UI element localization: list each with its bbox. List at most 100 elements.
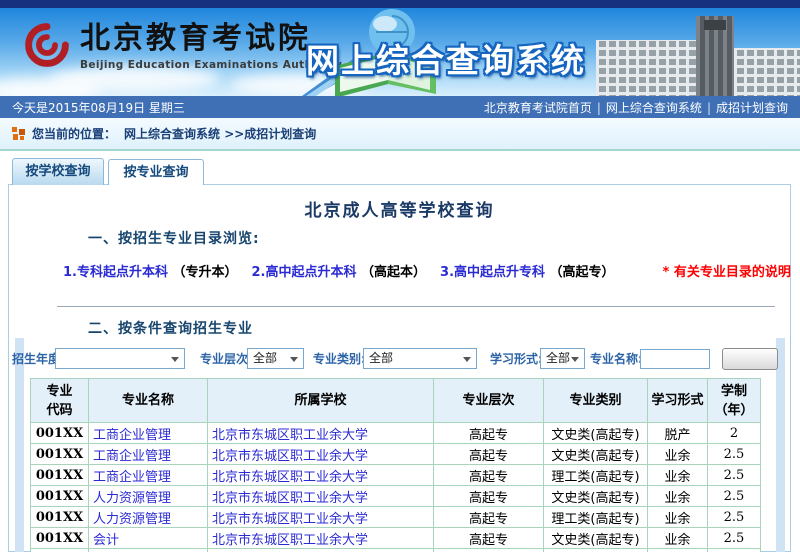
school-name-link[interactable]: 北京市东城区职工业余大学 (208, 465, 434, 486)
study-form-select[interactable]: 全部 (540, 348, 585, 369)
plan-results-table: 专业 代码专业名称所属学校专业层次专业类别学习形式学制 （年） 001XX工商企… (30, 378, 761, 552)
top-nav-link-2[interactable]: 成招计划查询 (716, 101, 788, 115)
major-name-link[interactable]: 人力资源管理 (89, 507, 208, 528)
col-header-4: 专业类别 (544, 379, 648, 423)
category-label: 专业类别: (313, 349, 366, 370)
major-name-label: 专业名称: (590, 349, 643, 370)
nav-separator: | (707, 101, 711, 115)
table-header-row: 专业 代码专业名称所属学校专业层次专业类别学习形式学制 （年） (31, 379, 761, 423)
top-nav-link-0[interactable]: 北京教育考试院首页 (484, 101, 592, 115)
catalog-link-3[interactable]: 3.高中起点升专科 (440, 265, 545, 280)
duration-cell: 2.5 (708, 465, 761, 486)
study-form-cell: 业余 (648, 528, 708, 549)
empty-cell (208, 549, 434, 552)
empty-cell (31, 549, 89, 552)
school-name-link[interactable]: 北京市东城区职工业余大学 (208, 444, 434, 465)
major-name-link[interactable]: 工商企业管理 (89, 423, 208, 444)
catalog-link-suffix: （专升本） (168, 265, 238, 280)
top-nav-link-1[interactable]: 网上综合查询系统 (606, 101, 702, 115)
top-nav-links: 北京教育考试院首页 | 网上综合查询系统 | 成招计划查询 (484, 99, 788, 116)
empty-cell (648, 549, 708, 552)
major-name-link[interactable]: 工商企业管理 (89, 465, 208, 486)
year-select[interactable] (55, 348, 185, 369)
building-left-wing (596, 40, 696, 96)
study-form-cell: 业余 (648, 444, 708, 465)
nav-separator: | (597, 101, 601, 115)
today-date: 今天是2015年08月19日 星期三 (12, 99, 185, 116)
panel-right-strip (776, 338, 785, 552)
chevron-down-icon (463, 357, 471, 362)
table-row: 001XX工商企业管理北京市东城区职工业余大学高起专文史类(高起专)业余2.5 (31, 444, 761, 465)
duration-cell: 2.5 (708, 486, 761, 507)
major-code-cell: 001XX (31, 423, 89, 444)
table-row: 001XX人力资源管理北京市东城区职工业余大学高起专理工类(高起专)业余2.5 (31, 507, 761, 528)
major-name-link[interactable]: 会计 (89, 528, 208, 549)
section2-heading: 二、按条件查询招生专业 (88, 318, 253, 338)
col-header-3: 专业层次 (434, 379, 544, 423)
table-row: 001XX会计北京市东城区职工业余大学高起专文史类(高起专)业余2.5 (31, 528, 761, 549)
chevron-down-icon (171, 357, 179, 362)
major-code-cell: 001XX (31, 507, 89, 528)
category-cell: 理工类(高起专) (544, 507, 648, 528)
duration-cell: 2 (708, 423, 761, 444)
catalog-note[interactable]: * 有关专业目录的说明 (663, 265, 791, 280)
catalog-link-1[interactable]: 1.专科起点升本科 (63, 265, 168, 280)
major-code-cell: 001XX (31, 528, 89, 549)
chevron-down-icon (290, 357, 298, 362)
study-form-cell: 业余 (648, 465, 708, 486)
page-title: 北京成人高等学校查询 (9, 196, 790, 221)
building-right-wing (734, 48, 800, 96)
category-select[interactable]: 全部 (363, 348, 477, 369)
empty-cell (89, 549, 208, 552)
school-name-link[interactable]: 北京市东城区职工业余大学 (208, 528, 434, 549)
school-name-link[interactable]: 北京市东城区职工业余大学 (208, 486, 434, 507)
major-code-cell: 001XX (31, 444, 89, 465)
search-button[interactable] (722, 348, 778, 370)
catalog-link-suffix: （高起专） (545, 265, 615, 280)
major-name-link[interactable]: 人力资源管理 (89, 486, 208, 507)
table-row: 001XX工商企业管理北京市东城区职工业余大学高起专理工类(高起专)业余2.5 (31, 465, 761, 486)
major-code-cell: 001XX (31, 486, 89, 507)
empty-cell (544, 549, 648, 552)
school-name-link[interactable]: 北京市东城区职工业余大学 (208, 423, 434, 444)
duration-cell: 2.5 (708, 528, 761, 549)
breadcrumb-label: 您当前的位置： (32, 125, 116, 142)
level-cell: 高起专 (434, 423, 544, 444)
col-header-6: 学制 （年） (708, 379, 761, 423)
study-form-cell: 脱产 (648, 423, 708, 444)
section1-heading: 一、按招生专业目录浏览: (88, 228, 260, 248)
building-photo (588, 16, 800, 96)
major-code-cell: 001XX (31, 465, 89, 486)
banner: 北京教育考试院 Beijing Education Examinations A… (0, 8, 800, 96)
tab-by-major[interactable]: 按专业查询 (108, 159, 204, 185)
duration-cell: 2.5 (708, 444, 761, 465)
study-form-label: 学习形式: (490, 349, 543, 370)
breadcrumb-path: 网上综合查询系统 >>成招计划查询 (124, 125, 316, 142)
page: 北京教育考试院 Beijing Education Examinations A… (0, 0, 800, 552)
level-cell: 高起专 (434, 444, 544, 465)
study-form-cell: 业余 (648, 486, 708, 507)
empty-cell (434, 549, 544, 552)
level-label: 专业层次: (200, 349, 253, 370)
top-strip (0, 0, 800, 8)
beea-logo-icon (24, 22, 70, 68)
breadcrumb: 您当前的位置： 网上综合查询系统 >>成招计划查询 (0, 118, 800, 151)
duration-cell: 2.5 (708, 507, 761, 528)
category-cell: 文史类(高起专) (544, 486, 648, 507)
table-row-partial (31, 549, 761, 552)
chevron-down-icon (571, 357, 579, 362)
tab-by-school[interactable]: 按学校查询 (12, 158, 104, 185)
brand-block: 北京教育考试院 Beijing Education Examinations A… (24, 22, 342, 71)
level-select[interactable]: 全部 (247, 348, 304, 369)
panel-left-strip (15, 338, 24, 552)
col-header-1: 专业名称 (89, 379, 208, 423)
catalog-link-2[interactable]: 2.高中起点升本科 (252, 265, 357, 280)
building-tower (696, 16, 734, 96)
system-title: 网上综合查询系统 (306, 34, 586, 82)
major-name-link[interactable]: 工商企业管理 (89, 444, 208, 465)
major-name-input[interactable] (640, 349, 710, 369)
level-cell: 高起专 (434, 507, 544, 528)
study-form-select-value: 全部 (546, 351, 570, 365)
school-name-link[interactable]: 北京市东城区职工业余大学 (208, 507, 434, 528)
catalog-link-suffix: （高起本） (357, 265, 427, 280)
